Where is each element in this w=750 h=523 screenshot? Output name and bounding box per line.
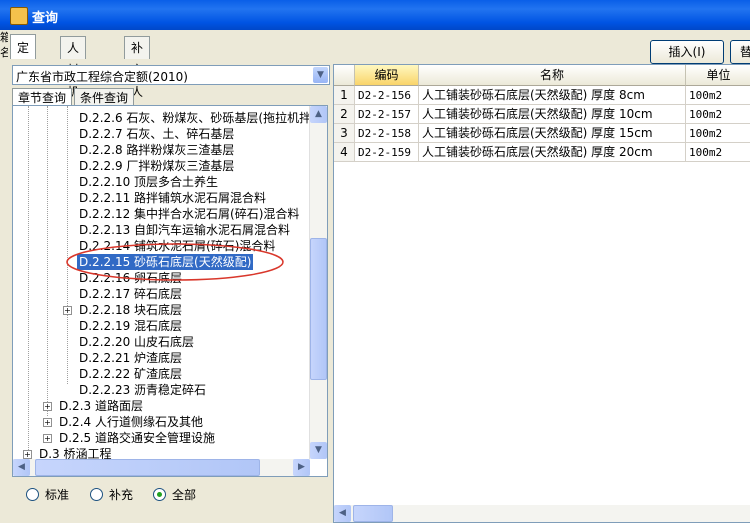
tree-item[interactable]: D.2.2.8 路拌粉煤灰三渣基层 — [77, 142, 236, 158]
cell-unit: 100m2 — [686, 86, 750, 105]
left-strip-char: 箱 — [0, 31, 8, 44]
left-strip: 箱 名 — [0, 30, 8, 60]
column-header-index — [334, 65, 355, 86]
annotation-ellipse — [66, 243, 284, 281]
cell-unit: 100m2 — [686, 105, 750, 124]
tree-item[interactable]: D.2.2.19 混石底层 — [77, 318, 184, 334]
tree-item[interactable]: D.2.2.18 块石底层 — [77, 302, 184, 318]
radio-icon — [90, 488, 103, 501]
results-grid[interactable]: 编码 名称 单位 1 D2-2-156 人工铺装砂砾石底层(天然级配) 厚度 8cm… — [333, 64, 750, 523]
tree-item[interactable]: D.2.2.10 顶层多合土养生 — [77, 174, 220, 190]
radio-checked-icon — [153, 488, 166, 501]
scroll-thumb[interactable] — [310, 238, 327, 380]
horizontal-scroll-thumb[interactable] — [353, 505, 393, 522]
chevron-down-icon[interactable]: ▼ — [313, 67, 328, 83]
cell-unit: 100m2 — [686, 143, 750, 162]
grid-horizontal-scrollbar[interactable]: ◀ — [334, 505, 750, 522]
cell-unit: 100m2 — [686, 124, 750, 143]
scroll-up-icon[interactable]: ▲ — [310, 106, 327, 123]
scroll-left-icon[interactable]: ◀ — [13, 459, 30, 476]
quota-library-value: 广东省市政工程综合定额(2010) — [16, 70, 188, 84]
column-header-name[interactable]: 名称 — [419, 65, 686, 86]
title-bar: 查询 — [0, 0, 750, 30]
expand-icon[interactable]: + — [63, 306, 72, 315]
filter-standard-radio[interactable]: 标准 — [26, 487, 69, 503]
tab-quota[interactable]: 定额 — [10, 34, 37, 81]
cell-code: D2-2-157 — [355, 105, 419, 124]
replace-button[interactable]: 替 — [730, 40, 750, 64]
tree-vertical-scrollbar[interactable]: ▲ ▼ — [309, 106, 327, 459]
filter-label: 全部 — [172, 488, 197, 502]
tree-item[interactable]: D.2.2.21 炉渣底层 — [77, 350, 184, 366]
scroll-down-icon[interactable]: ▼ — [310, 442, 327, 459]
radio-icon — [26, 488, 39, 501]
left-strip-char: 名 — [0, 46, 8, 59]
row-number: 2 — [334, 105, 355, 124]
tree-item[interactable]: D.2.2.17 碎石底层 — [77, 286, 184, 302]
tree-item[interactable]: D.2.2.23 沥青稳定碎石 — [77, 382, 208, 398]
expand-icon[interactable]: + — [43, 418, 52, 427]
quota-library-select[interactable]: 广东省市政工程综合定额(2010) ▼ — [12, 65, 330, 85]
row-number: 3 — [334, 124, 355, 143]
scroll-right-icon[interactable]: ▶ — [293, 459, 310, 476]
tree-item[interactable]: D.2.2.11 路拌铺筑水泥石屑混合料 — [77, 190, 268, 206]
filter-label: 标准 — [45, 488, 70, 502]
column-header-unit[interactable]: 单位 — [686, 65, 750, 86]
window-title: 查询 — [32, 11, 59, 26]
expand-icon[interactable]: + — [43, 434, 52, 443]
tree-item[interactable]: D.2.2.12 集中拌合水泥石屑(碎石)混合料 — [77, 206, 301, 222]
tree-item[interactable]: D.2.2.13 自卸汽车运输水泥石屑混合料 — [77, 222, 292, 238]
cell-name: 人工铺装砂砾石底层(天然级配) 厚度 10cm — [419, 105, 686, 124]
filter-label: 补充 — [109, 488, 134, 502]
cell-code: D2-2-159 — [355, 143, 419, 162]
horizontal-scroll-thumb[interactable] — [35, 459, 260, 476]
column-header-code[interactable]: 编码 — [355, 65, 419, 86]
cell-name: 人工铺装砂砾石底层(天然级配) 厚度 20cm — [419, 143, 686, 162]
row-number: 1 — [334, 86, 355, 105]
cell-name: 人工铺装砂砾石底层(天然级配) 厚度 15cm — [419, 124, 686, 143]
cell-code: D2-2-156 — [355, 86, 419, 105]
tree-item[interactable]: D.2.2.9 厂拌粉煤灰三渣基层 — [77, 158, 236, 174]
tree-horizontal-scrollbar[interactable]: ◀ ▶ — [13, 459, 310, 476]
tree-item[interactable]: D.2.5 道路交通安全管理设施 — [57, 430, 217, 446]
tree-item[interactable]: D.2.2.7 石灰、土、碎石基层 — [77, 126, 236, 142]
tree-item[interactable]: D.2.2.20 山皮石底层 — [77, 334, 196, 350]
row-number: 4 — [334, 143, 355, 162]
tab-supplementary[interactable]: 补充人材机 — [124, 36, 151, 143]
expand-icon[interactable]: + — [23, 450, 32, 459]
tree-item[interactable]: D.2.3 道路面层 — [57, 398, 145, 414]
tab-labor-material-machine[interactable]: 人材机 — [60, 36, 87, 99]
cell-code: D2-2-158 — [355, 124, 419, 143]
tree-item[interactable]: D.2.2.6 石灰、粉煤灰、砂砾基层(拖拉机拌 — [77, 110, 313, 126]
filter-all-radio[interactable]: 全部 — [153, 487, 196, 503]
insert-button[interactable]: 插入(I) — [650, 40, 724, 64]
cell-name: 人工铺装砂砾石底层(天然级配) 厚度 8cm — [419, 86, 686, 105]
scroll-left-icon[interactable]: ◀ — [334, 505, 351, 522]
filter-supplementary-radio[interactable]: 补充 — [90, 487, 133, 503]
tree-item[interactable]: D.2.4 人行道侧缘石及其他 — [57, 414, 205, 430]
expand-icon[interactable]: + — [43, 402, 52, 411]
app-icon — [10, 7, 28, 25]
chapter-tree[interactable]: D.2.2.6 石灰、粉煤灰、砂砾基层(拖拉机拌 D.2.2.7 石灰、土、碎石基… — [12, 105, 328, 477]
tree-item[interactable]: D.2.2.22 矿渣底层 — [77, 366, 184, 382]
